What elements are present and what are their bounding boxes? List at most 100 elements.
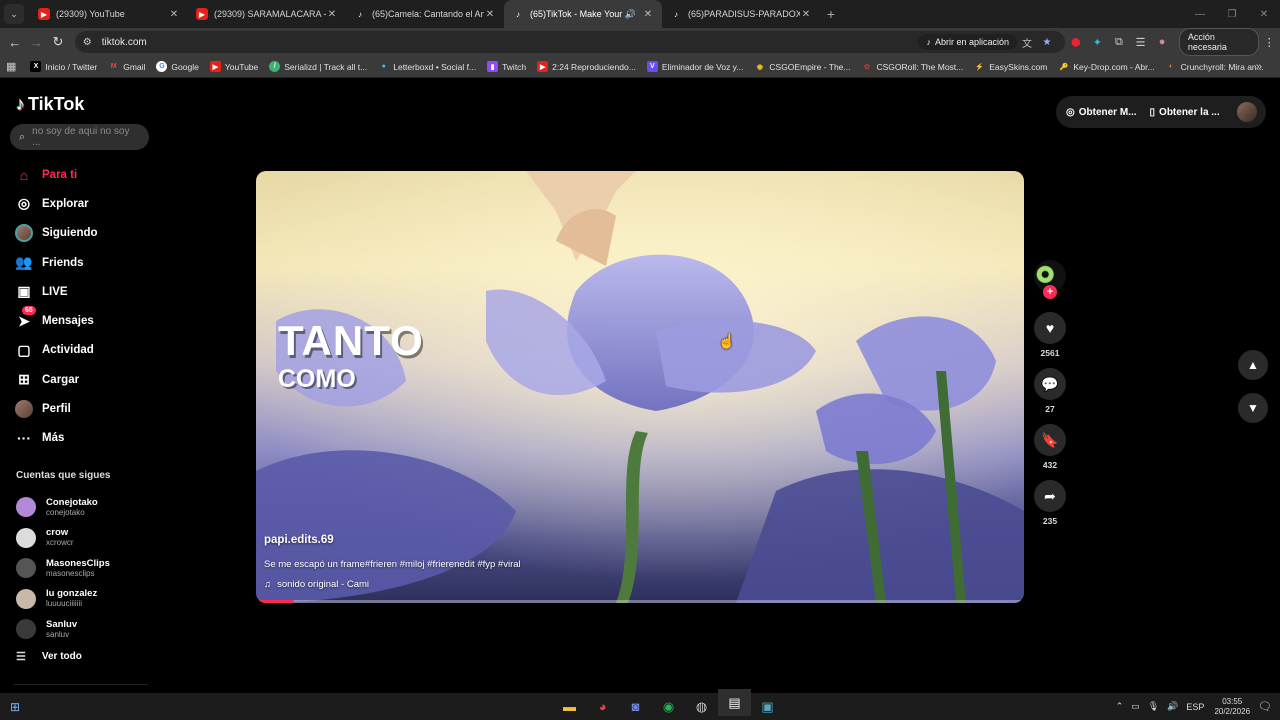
comment-action[interactable]: 💬 27 [1034,368,1066,416]
sidebar-item-perfil[interactable]: Perfil [14,394,164,423]
browser-tab[interactable]: ▶ (29309) SARAMALACARA - Sol ✕ [188,0,346,28]
minimize-icon[interactable]: — [1184,9,1216,20]
sidebar-item-para-ti[interactable]: ⌂ Para ti [14,160,164,189]
share-action[interactable]: ➦ 235 [1034,480,1066,528]
sidebar-item-mas[interactable]: ··· Más [14,424,164,453]
new-tab-icon[interactable]: + [820,6,842,22]
sidebar-item-live[interactable]: ▣ LIVE [14,277,164,306]
video-description[interactable]: Se me escapó un frame#frieren #miloj #fr… [264,559,521,570]
save-action[interactable]: 🔖 432 [1034,424,1066,472]
browser-menu-icon[interactable]: ⋮ [1259,36,1280,49]
spotify-icon[interactable]: ◉ [652,693,685,720]
video-player[interactable]: TANTO COMO ☝ papi.edits.69 Se me escapó … [256,171,1024,603]
video-username[interactable]: papi.edits.69 [264,534,334,546]
chevron-up-icon[interactable]: ⌃ [1116,701,1124,712]
close-tab-icon[interactable]: ✕ [800,9,812,20]
avatar[interactable] [1236,102,1257,122]
following-account[interactable]: MasonesClips masonesclips [16,553,156,584]
bookmark-item[interactable]: ● Letterboxd • Social f... [378,61,476,72]
bookmark-item[interactable]: ▶ YouTube [209,61,258,72]
sidebar-item-explorar[interactable]: ◎ Explorar [14,189,164,218]
sidebar-item-actividad[interactable]: ▢ Actividad [14,336,164,365]
omnibox[interactable]: ⚙ tiktok.com ♪ Abrir en aplicación 文 ★ [74,31,1065,53]
share-icon[interactable]: ➦ [1034,480,1066,512]
tiktok-logo[interactable]: ♪ TikTok [16,94,84,115]
microphone-icon[interactable]: 🎙 [1148,701,1159,712]
discord-icon[interactable]: ◙ [619,693,652,720]
close-tab-icon[interactable]: ✕ [326,9,338,20]
browser-tab[interactable]: ♪ (65)PARADISUS-PARADOXUM / ✕ [662,0,820,28]
sidebar-item-cargar[interactable]: ⊞ Cargar [14,365,164,394]
site-info-icon[interactable]: ⚙ [83,37,92,48]
bookmark-item[interactable]: X Inicio / Twitter [30,61,97,72]
bookmark-item[interactable]: ◉ CSGOEmpire - The... [754,61,851,72]
sidebar-item-mensajes[interactable]: ➤ 65 Mensajes [14,306,164,335]
close-tab-icon[interactable]: ✕ [168,9,180,20]
get-app-button[interactable]: ▯ Obtener la ... [1150,107,1220,118]
following-account[interactable]: Conejotako conejotako [16,492,156,523]
sidebar-item-friends[interactable]: 👥 Friends [14,248,164,277]
url-text[interactable]: tiktok.com [102,37,919,48]
restore-icon[interactable]: ❐ [1216,9,1248,20]
see-all-button[interactable]: ☰ Ver todo [16,650,82,663]
bookmark-item[interactable]: 🔑 Key-Drop.com - Abr... [1058,61,1155,72]
bookmark-item[interactable]: / Serializd | Track all t... [269,61,367,72]
comment-icon[interactable]: 💬 [1034,368,1066,400]
obs-icon[interactable]: ◍ [685,693,718,720]
close-window-icon[interactable]: ✕ [1248,9,1280,20]
back-icon[interactable]: ← [4,35,26,50]
network-icon[interactable]: ▭ [1131,701,1140,712]
browser-tab-active[interactable]: ♪ (65)TikTok - Make Your Day 🔊 ✕ [504,0,662,28]
notepad-icon[interactable]: ▤ [718,689,751,716]
bookmark-item[interactable]: ▶ 2:24 Reproduciendo... [537,61,636,72]
language-indicator[interactable]: ESP [1186,702,1204,712]
tab-search-icon[interactable]: ⌄ [4,4,24,24]
bookmark-item[interactable]: ◐ Crunchyroll: Mira an... [1166,61,1264,72]
extensions-puzzle-icon[interactable]: ⧉ [1108,36,1130,49]
video-sound[interactable]: ♫ sonido original - Cami [264,579,369,590]
like-action[interactable]: ♥ 2561 [1034,312,1066,360]
file-explorer-icon[interactable]: ▬ [553,693,586,720]
following-account[interactable]: crow xcrowcr [16,523,156,554]
video-progress-bar[interactable] [256,600,1024,603]
next-video-button[interactable]: ▼ [1238,393,1268,423]
close-tab-icon[interactable]: ✕ [484,9,496,20]
windows-start-icon[interactable]: ⊞ [0,700,30,714]
volume-icon[interactable]: 🔊 [1167,701,1178,712]
heart-icon[interactable]: ♥ [1034,312,1066,344]
bookmark-item[interactable]: ✿ CSGORoll: The Most... [861,61,963,72]
bookmark-item[interactable]: G Google [156,61,199,72]
creator-avatar[interactable]: + [1034,260,1066,299]
extension-icon[interactable]: ✦ [1087,36,1109,49]
open-in-app-button[interactable]: ♪ Abrir en aplicación [918,34,1017,50]
following-account[interactable]: lu gonzalez luuuuciiiiiii [16,584,156,615]
translate-icon[interactable]: 文 [1017,35,1037,50]
reload-icon[interactable]: ↻ [47,34,69,50]
close-tab-icon[interactable]: ✕ [642,9,654,20]
browser-tab[interactable]: ♪ (65)Camela: Cantando el Amor ✕ [346,0,504,28]
sidebar-item-siguiendo[interactable]: Siguiendo [14,219,164,248]
follow-plus-icon[interactable]: + [1043,285,1057,299]
search-input[interactable]: ⌕ no soy de aqui no soy ... [10,124,149,150]
speaker-icon[interactable]: 🔊 [625,9,636,20]
bookmark-item[interactable]: ⚡ EasySkins.com [974,61,1047,72]
clock[interactable]: 03:55 20/2/2026 [1214,697,1250,717]
extension-shield-icon[interactable]: ⬢ [1065,36,1087,49]
profile-icon[interactable]: ● [1151,36,1173,48]
notifications-icon[interactable]: 🗨 [1258,700,1272,713]
previous-video-button[interactable]: ▲ [1238,350,1268,380]
bookmark-item[interactable]: M Gmail [108,61,146,72]
bookmarks-overflow-icon[interactable]: » [1256,61,1262,73]
browser-tab[interactable]: ▶ (29309) YouTube ✕ [30,0,188,28]
bookmark-icon[interactable]: 🔖 [1034,424,1066,456]
bookmark-item[interactable]: V Eliminador de Voz y... [646,61,743,72]
forward-icon[interactable]: → [26,35,48,50]
chrome-icon[interactable]: ◕ [586,693,619,720]
get-coins-button[interactable]: ◎ Obtener M... [1066,107,1137,118]
bookmark-star-icon[interactable]: ★ [1037,37,1057,48]
bookmark-item[interactable]: ▮ Twitch [487,61,526,72]
media-controls-icon[interactable]: ☰ [1130,36,1152,49]
app-window-icon[interactable]: ▣ [751,693,784,720]
action-needed-button[interactable]: Acción necesaria [1178,28,1259,56]
apps-grid-icon[interactable]: ▦ [6,60,16,73]
